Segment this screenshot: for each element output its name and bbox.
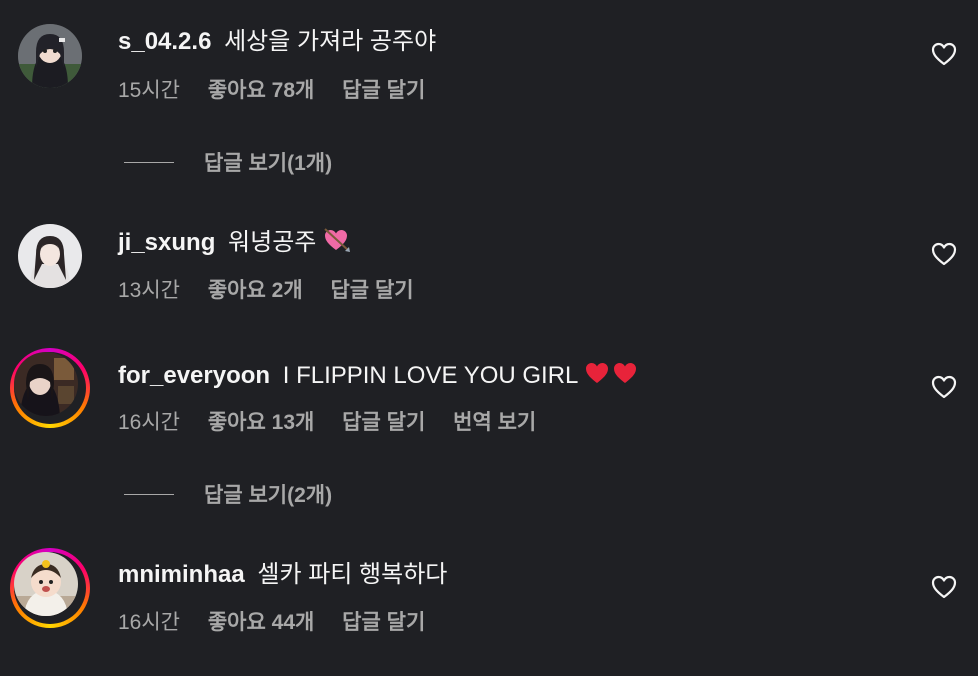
- heart-icon[interactable]: [931, 375, 957, 399]
- heart-icon[interactable]: [931, 575, 957, 599]
- likes-count[interactable]: 좋아요 44개: [208, 611, 314, 634]
- comment-meta: 15시간 좋아요 78개 답글 달기: [118, 78, 447, 104]
- avatar[interactable]: [18, 24, 82, 88]
- comment-text: 워녕공주: [228, 229, 317, 256]
- reply-button[interactable]: 답글 달기: [342, 79, 425, 102]
- comment-meta: 13시간 좋아요 2개 답글 달기: [118, 278, 436, 304]
- avatar-baby-icon: [14, 552, 78, 616]
- timestamp[interactable]: 13시간: [118, 279, 180, 302]
- translate-button[interactable]: 번역 보기: [453, 411, 536, 434]
- comment-meta: 16시간 좋아요 44개 답글 달기: [118, 610, 447, 636]
- view-replies-label: 답글 보기(2개): [204, 484, 333, 507]
- view-replies-button[interactable]: 답글 보기(1개): [124, 147, 332, 177]
- divider-line: [124, 493, 174, 495]
- comment-text-line: ji_sxung 워녕공주: [118, 227, 351, 258]
- divider-line: [124, 161, 174, 163]
- heart-with-arrow-icon: [324, 228, 351, 252]
- heart-icon[interactable]: [931, 42, 957, 66]
- comment-text: 셀카 파티 행복하다: [257, 561, 448, 588]
- avatar-illustration-icon: [18, 24, 82, 88]
- view-replies-button[interactable]: 답글 보기(2개): [124, 479, 332, 509]
- comment-text-line: mniminhaa 셀카 파티 행복하다: [118, 560, 447, 590]
- likes-count[interactable]: 좋아요 13개: [208, 411, 314, 434]
- comment-text: 세상을 가져라 공주야: [224, 28, 437, 55]
- username-link[interactable]: ji_sxung: [118, 229, 215, 256]
- red-hearts-icon: [586, 363, 637, 383]
- heart-icon[interactable]: [931, 242, 957, 266]
- reply-button[interactable]: 답글 달기: [342, 611, 425, 634]
- comment-meta: 16시간 좋아요 13개 답글 달기 번역 보기: [118, 410, 558, 436]
- reply-button[interactable]: 답글 달기: [342, 411, 425, 434]
- avatar-portrait-icon: [14, 352, 78, 416]
- comment-text-line: for_everyoon I FLIPPIN LOVE YOU GIRL: [118, 360, 640, 391]
- timestamp[interactable]: 15시간: [118, 79, 180, 102]
- timestamp[interactable]: 16시간: [118, 611, 180, 634]
- avatar-portrait-icon: [18, 224, 82, 288]
- comment-text: I FLIPPIN LOVE YOU GIRL: [282, 362, 578, 389]
- avatar[interactable]: [18, 224, 82, 288]
- view-replies-label: 답글 보기(1개): [204, 152, 333, 175]
- reply-button[interactable]: 답글 달기: [330, 279, 413, 302]
- username-link[interactable]: s_04.2.6: [118, 28, 211, 55]
- timestamp[interactable]: 16시간: [118, 411, 180, 434]
- comment-text-line: s_04.2.6 세상을 가져라 공주야: [118, 27, 436, 57]
- likes-count[interactable]: 좋아요 2개: [208, 279, 303, 302]
- username-link[interactable]: for_everyoon: [118, 362, 270, 389]
- avatar-with-story-ring[interactable]: [10, 348, 90, 428]
- avatar-with-story-ring[interactable]: [10, 548, 90, 628]
- username-link[interactable]: mniminhaa: [118, 561, 245, 588]
- likes-count[interactable]: 좋아요 78개: [208, 79, 314, 102]
